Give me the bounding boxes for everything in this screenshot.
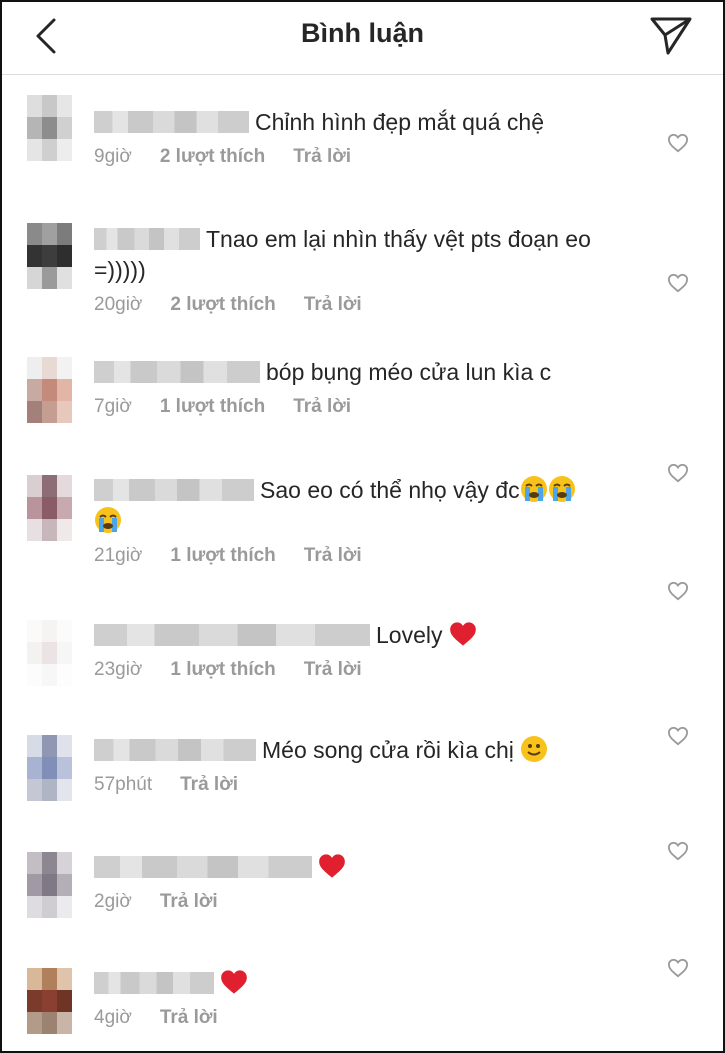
avatar[interactable] [27,620,72,686]
comment-time: 7giờ [94,396,132,417]
blurred-username[interactable] [94,624,370,646]
comment-text: bóp bụng méo cửa lun kìa c [266,359,552,385]
red-heart-emoji-icon [221,970,247,994]
comment-time: 4giờ [94,1007,132,1028]
crying-face-emoji-icon [548,476,575,502]
reply-button[interactable]: Trả lời [160,1007,218,1028]
reply-button[interactable]: Trả lời [180,774,238,795]
comment-time: 9giờ [94,146,132,167]
comment-body: Tnao em lại nhìn thấy vệt pts đoạn eo =)… [94,224,634,316]
blurred-username[interactable] [94,361,260,383]
reply-button[interactable]: Trả lời [304,659,362,680]
comment-time: 20giờ [94,294,143,315]
comment-time: 57phút [94,774,153,795]
red-heart-emoji-icon [450,622,476,646]
comment-time: 21giờ [94,545,143,566]
comment-body: 2giờ Trả lời [94,852,634,913]
comment-text: Lovely [376,622,443,648]
blurred-username[interactable] [94,479,254,501]
comment-body: Lovely 23giờ 1 lượt thích Trả lời [94,620,634,681]
avatar[interactable] [27,357,72,423]
like-count[interactable]: 1 lượt thích [170,545,275,566]
blurred-username[interactable] [94,739,256,761]
paper-plane-icon[interactable] [649,14,693,56]
heart-outline-icon[interactable] [667,841,689,861]
comment-time: 2giờ [94,891,132,912]
comment-text: Méo song cửa rồi kìa chị [262,737,514,763]
reply-button[interactable]: Trả lời [293,146,351,167]
red-heart-emoji-icon [319,854,345,878]
avatar[interactable] [27,95,72,161]
header-bar: Bình luận [2,2,723,75]
heart-outline-icon[interactable] [667,463,689,483]
blurred-username[interactable] [94,228,200,250]
blurred-username[interactable] [94,972,214,994]
comment-time: 23giờ [94,659,143,680]
heart-outline-icon[interactable] [667,581,689,601]
like-count[interactable]: 2 lượt thích [170,294,275,315]
heart-outline-icon[interactable] [667,133,689,153]
comment-text: Chỉnh hình đẹp mắt quá chệ [255,109,544,135]
comment-text: Tnao em lại nhìn thấy vệt pts đoạn eo [206,226,591,252]
reply-button[interactable]: Trả lời [293,396,351,417]
avatar[interactable] [27,475,72,541]
like-count[interactable]: 2 lượt thích [160,146,265,167]
comment-text-continued: =))))) [94,257,146,283]
heart-outline-icon[interactable] [667,726,689,746]
like-count[interactable]: 1 lượt thích [170,659,275,680]
page-title: Bình luận [301,18,424,48]
comment-body: 4giờ Trả lời [94,968,634,1029]
blurred-username[interactable] [94,856,312,878]
comment-body: Chỉnh hình đẹp mắt quá chệ 9giờ 2 lượt th… [94,107,634,168]
avatar[interactable] [27,223,72,289]
reply-button[interactable]: Trả lời [304,294,362,315]
comment-body: Sao eo có thể nhọ vậy đc 21giờ 1 lượt thí… [94,475,634,567]
comment-body: bóp bụng méo cửa lun kìa c 7giờ 1 lượt th… [94,357,634,418]
reply-button[interactable]: Trả lời [160,891,218,912]
reply-button[interactable]: Trả lời [304,545,362,566]
avatar[interactable] [27,735,72,801]
like-count[interactable]: 1 lượt thích [160,396,265,417]
slightly-smiling-face-emoji-icon [521,736,548,762]
avatar[interactable] [27,968,72,1034]
blurred-username[interactable] [94,111,249,133]
comments-screen: Bình luận Chỉnh hình đẹp mắt quá chệ 9gi… [0,0,725,1053]
crying-face-emoji-icon [520,476,547,502]
crying-face-emoji-icon [95,507,121,533]
comment-body: Méo song cửa rồi kìa chị 57phút Trả lời [94,735,634,796]
heart-outline-icon[interactable] [667,958,689,978]
comment-text: Sao eo có thể nhọ vậy đc [260,477,520,503]
avatar[interactable] [27,852,72,918]
heart-outline-icon[interactable] [667,273,689,293]
